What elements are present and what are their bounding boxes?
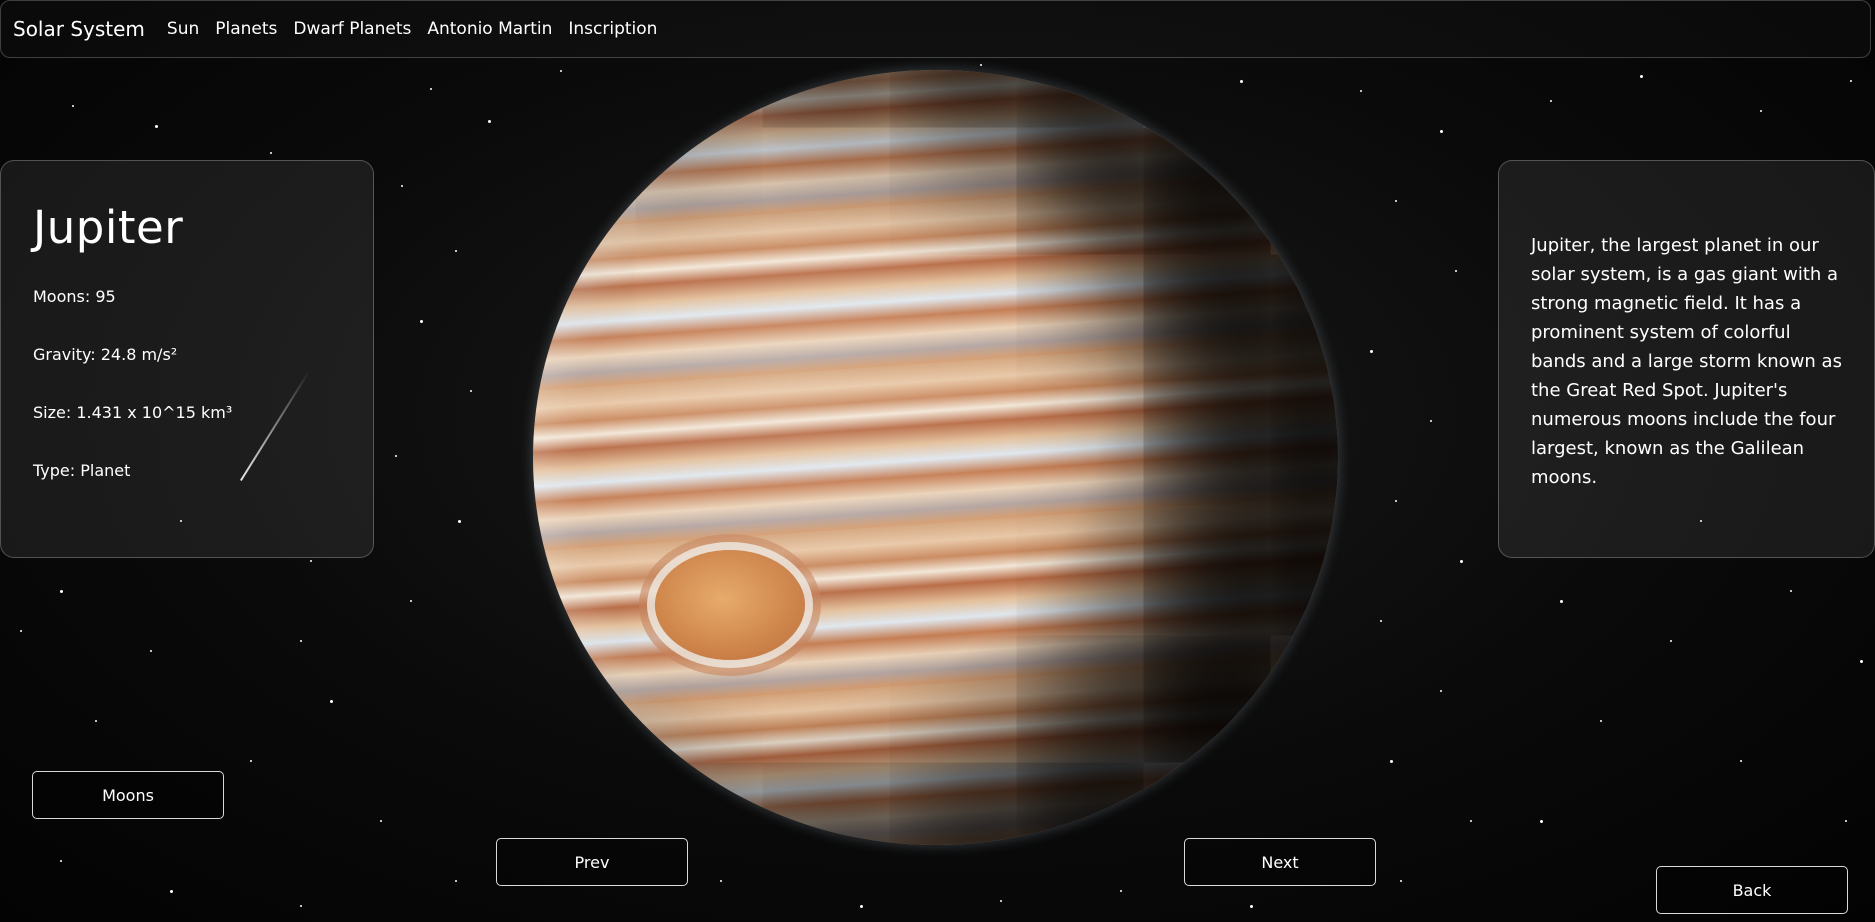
planet-image bbox=[533, 70, 1338, 845]
nav-link-sun[interactable]: Sun bbox=[167, 19, 199, 39]
planet-title: Jupiter bbox=[33, 201, 184, 254]
planet-description-panel: Jupiter, the largest planet in our solar… bbox=[1498, 160, 1875, 558]
brand-link[interactable]: Solar System bbox=[13, 17, 145, 41]
nav-link-antonio-martin[interactable]: Antonio Martin bbox=[427, 19, 552, 39]
planet-shading bbox=[533, 70, 1338, 845]
nav-link-planets[interactable]: Planets bbox=[215, 19, 277, 39]
prev-button[interactable]: Prev bbox=[496, 838, 688, 886]
planet-description: Jupiter, the largest planet in our solar… bbox=[1531, 235, 1842, 488]
stat-type: Type: Planet bbox=[33, 461, 131, 480]
planet-info-panel: Jupiter Moons: 95 Gravity: 24.8 m/s² Siz… bbox=[0, 160, 374, 558]
nav-link-dwarf-planets[interactable]: Dwarf Planets bbox=[293, 19, 411, 39]
stat-moons: Moons: 95 bbox=[33, 287, 116, 306]
stat-gravity: Gravity: 24.8 m/s² bbox=[33, 345, 178, 364]
back-button[interactable]: Back bbox=[1656, 866, 1848, 914]
moons-button[interactable]: Moons bbox=[32, 771, 224, 819]
stat-size: Size: 1.431 x 10^15 km³ bbox=[33, 403, 233, 422]
top-navbar: Solar System Sun Planets Dwarf Planets A… bbox=[0, 0, 1871, 58]
nav-link-inscription[interactable]: Inscription bbox=[568, 19, 657, 39]
next-button[interactable]: Next bbox=[1184, 838, 1376, 886]
